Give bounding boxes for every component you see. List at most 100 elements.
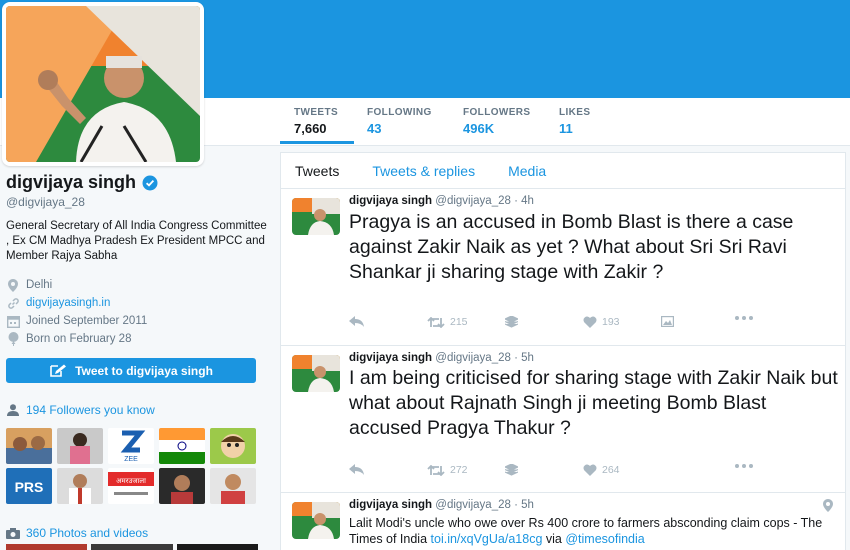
tweet-via: via: [542, 532, 566, 546]
more-icon: [735, 316, 753, 320]
tweet-header: digvijaya singh @digvijaya_28 · 5h: [349, 499, 534, 511]
tweet-avatar[interactable]: [292, 355, 340, 392]
follower-avatar-cartoon[interactable]: [210, 428, 256, 464]
profile-avatar[interactable]: [2, 2, 204, 166]
stack-button[interactable]: [505, 316, 518, 328]
heart-icon: [583, 464, 597, 476]
follower-avatar[interactable]: [6, 428, 52, 464]
follower-avatar[interactable]: [159, 468, 205, 504]
timeline: Tweets Tweets & replies Media digvijaya …: [280, 152, 846, 550]
tweet-mention[interactable]: @timesofindia: [565, 532, 644, 546]
follower-avatar-zee[interactable]: ZEE: [108, 428, 154, 464]
tab-tweets[interactable]: Tweets: [295, 163, 339, 179]
stat-likes-label: LIKES: [559, 107, 591, 118]
stack-icon: [505, 464, 518, 476]
tweet-timestamp[interactable]: · 5h: [514, 499, 534, 511]
stat-tweets-value: 7,660: [294, 121, 327, 136]
retweet-button[interactable]: 215: [427, 316, 468, 328]
follower-avatar[interactable]: [57, 428, 103, 464]
compose-icon: [50, 364, 67, 377]
tweet-header: digvijaya singh @digvijaya_28 · 4h: [349, 195, 534, 207]
tweet-avatar[interactable]: [292, 502, 340, 539]
location-pin-icon[interactable]: [823, 499, 833, 512]
tweet-timestamp[interactable]: · 4h: [514, 195, 534, 207]
verified-badge-icon: [142, 175, 158, 190]
stat-likes-value: 11: [559, 121, 573, 136]
stack-button[interactable]: [505, 464, 518, 476]
reply-button[interactable]: [349, 316, 364, 327]
tweet-item[interactable]: digvijaya singh @digvijaya_28 · 5h I am …: [281, 346, 845, 493]
profile-location: Delhi: [6, 276, 268, 294]
photo-thumb[interactable]: [91, 544, 173, 550]
stat-tweets[interactable]: TWEETS 7,660: [280, 98, 354, 144]
tweet-actions: 215 193: [349, 316, 769, 332]
reply-icon: [349, 464, 364, 475]
profile-website-link[interactable]: digvijayasingh.in: [26, 297, 110, 309]
tweet-timestamp[interactable]: · 5h: [514, 352, 534, 364]
photo-thumb[interactable]: [176, 544, 258, 550]
link-icon: [6, 296, 20, 310]
photo-strip: [6, 544, 258, 550]
tweet-author-name[interactable]: digvijaya singh: [349, 499, 432, 511]
tweet-item[interactable]: digvijaya singh @digvijaya_28 · 5h Lalit…: [281, 493, 845, 550]
follower-avatar[interactable]: [57, 468, 103, 504]
tweet-author-name[interactable]: digvijaya singh: [349, 195, 432, 207]
picture-button[interactable]: [661, 316, 674, 327]
reply-icon: [349, 316, 364, 327]
profile-name[interactable]: digvijaya singh: [6, 172, 136, 193]
profile-handle[interactable]: @digvijaya_28: [6, 195, 268, 209]
location-pin-icon: [6, 278, 20, 292]
profile-meta: Delhi digvijayasingh.in Joined September…: [6, 276, 268, 348]
tweet-text: I am being criticised for sharing stage …: [349, 367, 838, 439]
retweet-icon: [427, 316, 445, 328]
retweet-button[interactable]: 272: [427, 464, 468, 476]
retweet-icon: [427, 464, 445, 476]
profile-joined-text: Joined September 2011: [26, 315, 148, 327]
tweet-author-name[interactable]: digvijaya singh: [349, 352, 432, 364]
followers-grid: ZEE PRS अमरउजाला: [6, 428, 258, 504]
followers-you-know-label: 194 Followers you know: [26, 403, 155, 417]
person-icon: [7, 404, 19, 416]
stat-following-value: 43: [367, 121, 382, 136]
stat-followers-value: 496K: [463, 121, 495, 136]
svg-text:PRS: PRS: [15, 479, 44, 495]
camera-icon: [6, 527, 20, 539]
stat-tweets-label: TWEETS: [294, 107, 339, 118]
more-button[interactable]: [735, 316, 753, 320]
profile-card: digvijaya singh @digvijaya_28 General Se…: [6, 172, 268, 417]
tweet-author-handle[interactable]: @digvijaya_28: [435, 352, 511, 364]
follower-avatar[interactable]: [210, 468, 256, 504]
retweet-count: 215: [450, 316, 468, 328]
tweet-author-handle[interactable]: @digvijaya_28: [435, 195, 511, 207]
followers-you-know[interactable]: 194 Followers you know: [6, 403, 268, 417]
tweet-link[interactable]: toi.in/xqVgUa/a18cg: [431, 532, 543, 546]
profile-location-text: Delhi: [26, 279, 53, 291]
photos-and-videos-label: 360 Photos and videos: [26, 526, 149, 540]
like-button[interactable]: 264: [583, 464, 620, 476]
tweet-author-handle[interactable]: @digvijaya_28: [435, 499, 511, 511]
like-button[interactable]: 193: [583, 316, 620, 328]
photo-thumb[interactable]: [6, 544, 88, 550]
svg-text:ZEE: ZEE: [124, 456, 138, 463]
profile-birthday: Born on February 28: [6, 330, 268, 348]
more-icon: [735, 464, 753, 468]
follower-avatar-amarujala[interactable]: अमरउजाला: [108, 468, 154, 504]
photos-and-videos[interactable]: 360 Photos and videos: [6, 526, 148, 540]
reply-button[interactable]: [349, 464, 364, 475]
profile-bio: General Secretary of All India Congress …: [6, 220, 267, 262]
stat-likes[interactable]: LIKES 11: [559, 98, 609, 144]
follower-avatar-flag[interactable]: [159, 428, 205, 464]
tab-tweets-replies[interactable]: Tweets & replies: [372, 163, 475, 179]
balloon-icon: [6, 332, 20, 346]
tweet-to-label: Tweet to digvijaya singh: [75, 363, 213, 378]
tweet-avatar[interactable]: [292, 198, 340, 235]
more-button[interactable]: [735, 464, 753, 468]
stat-followers[interactable]: FOLLOWERS 496K: [463, 98, 543, 144]
follower-avatar-prs[interactable]: PRS: [6, 468, 52, 504]
stat-followers-label: FOLLOWERS: [463, 107, 531, 118]
tweet-item[interactable]: digvijaya singh @digvijaya_28 · 4h Pragy…: [281, 189, 845, 346]
tab-media[interactable]: Media: [508, 163, 546, 179]
stat-following[interactable]: FOLLOWING 43: [367, 98, 447, 144]
tweet-actions: 272 264: [349, 464, 769, 480]
tweet-to-button[interactable]: Tweet to digvijaya singh: [6, 358, 256, 383]
